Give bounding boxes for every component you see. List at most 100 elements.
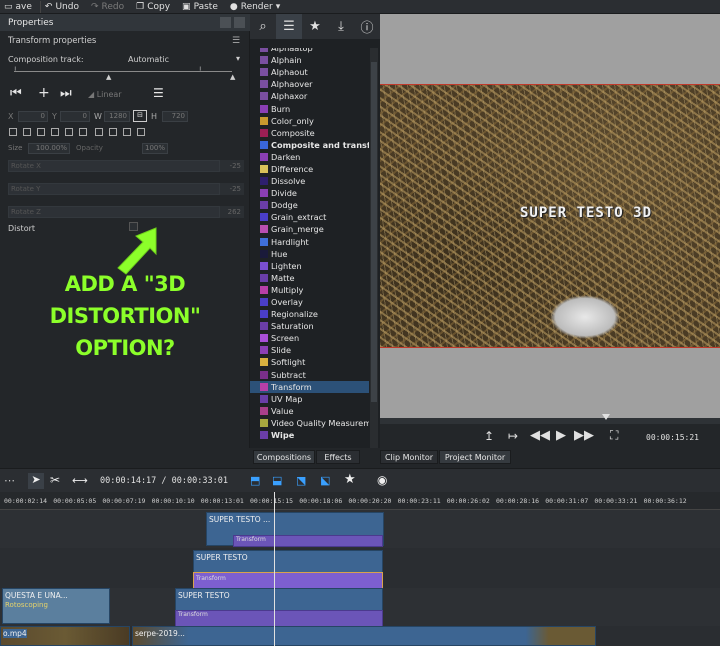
- composition-list-item[interactable]: UV Map: [250, 393, 369, 405]
- tab-effects[interactable]: Effects: [316, 450, 360, 464]
- align-right-icon[interactable]: [37, 128, 45, 136]
- select-tool-icon[interactable]: ➤: [28, 473, 44, 489]
- composition-list-item[interactable]: Alphaout: [250, 66, 369, 78]
- composition-list-item[interactable]: Composite: [250, 127, 369, 139]
- timeline-playhead[interactable]: [274, 492, 275, 646]
- tab-clip-monitor[interactable]: Clip Monitor: [380, 450, 438, 464]
- settings-icon[interactable]: ☰: [232, 36, 240, 46]
- width-field[interactable]: 1280: [104, 111, 130, 122]
- composition-list-item[interactable]: Alphaxor: [250, 90, 369, 102]
- list-view-icon[interactable]: ☰: [276, 14, 302, 39]
- play-icon[interactable]: ▶: [556, 428, 566, 443]
- align-bottom-icon[interactable]: [79, 128, 87, 136]
- composition-list-item[interactable]: Alphaover: [250, 78, 369, 90]
- clip-serpe[interactable]: serpe-2019...: [132, 626, 596, 646]
- opacity-field[interactable]: 100%: [142, 143, 168, 154]
- composition-list-item[interactable]: Screen: [250, 332, 369, 344]
- composition-list-item[interactable]: Regionalize: [250, 308, 369, 320]
- monitor-timecode[interactable]: 00:00:15:21: [646, 433, 699, 442]
- save-button[interactable]: ▭ ave: [0, 0, 40, 14]
- composition-list-item[interactable]: Dodge: [250, 199, 369, 211]
- align-top-icon[interactable]: [51, 128, 59, 136]
- timeline-ruler[interactable]: 00:00:02:14 00:00:05:05 00:00:07:19 00:00:1…: [0, 492, 720, 510]
- composition-list-item[interactable]: Softlight: [250, 356, 369, 368]
- composition-list-item[interactable]: Hue: [250, 248, 369, 260]
- rewind-icon[interactable]: ◀◀: [530, 428, 550, 443]
- keyframe-marker-icon[interactable]: ╵: [198, 67, 202, 75]
- options-menu-icon[interactable]: ☰: [153, 86, 164, 100]
- align-center-icon[interactable]: [23, 128, 31, 136]
- composition-list-item[interactable]: Transform: [250, 380, 369, 393]
- composition-list-item[interactable]: Lighten: [250, 260, 369, 272]
- insert-clip-icon[interactable]: ⬒: [250, 474, 260, 487]
- composition-list-item[interactable]: Subtract: [250, 369, 369, 381]
- video-frame[interactable]: SUPER TESTO 3D: [380, 84, 720, 348]
- render-button[interactable]: ● Render ▾: [226, 0, 288, 14]
- scrollbar-thumb[interactable]: [371, 62, 377, 402]
- undo-button[interactable]: ↶ Undo: [41, 0, 87, 14]
- align-left-icon[interactable]: [9, 128, 17, 136]
- composition-list-item[interactable]: Hardlight: [250, 236, 369, 248]
- composition-list-item[interactable]: Overlay: [250, 296, 369, 308]
- info-icon[interactable]: ⓘ: [354, 14, 380, 39]
- overwrite-clip-icon[interactable]: ⬓: [272, 474, 282, 487]
- favorite-effects-icon[interactable]: ★: [344, 472, 356, 487]
- original-size-icon[interactable]: [123, 128, 131, 136]
- fullscreen-icon[interactable]: ⛶: [610, 428, 618, 443]
- y-field[interactable]: 0: [60, 111, 90, 122]
- keyframe-marker-icon[interactable]: ╵: [13, 67, 17, 75]
- composition-list-item[interactable]: Multiply: [250, 284, 369, 296]
- composition-list-item[interactable]: Dissolve: [250, 175, 369, 187]
- align-middle-icon[interactable]: [65, 128, 73, 136]
- copy-button[interactable]: ❐ Copy: [132, 0, 178, 14]
- rotate-z-slider[interactable]: Rotate Z: [8, 206, 220, 218]
- size-field[interactable]: 100.00%: [28, 143, 70, 154]
- interpolation-select[interactable]: ◢ Linear: [88, 90, 122, 99]
- rotate-y-value[interactable]: -25: [220, 183, 244, 195]
- composition-list-item[interactable]: Video Quality Measurement: [250, 417, 369, 429]
- rotate-x-value[interactable]: -25: [220, 160, 244, 172]
- track-menu-icon[interactable]: ⋯: [4, 474, 15, 487]
- next-keyframe-icon[interactable]: ⏭: [60, 86, 72, 101]
- composition-track-select[interactable]: Automatic: [128, 55, 169, 64]
- tab-compositions[interactable]: Compositions: [253, 450, 315, 464]
- rotate-y-slider[interactable]: Rotate Y: [8, 183, 220, 195]
- download-icon[interactable]: ⤓: [328, 14, 354, 39]
- fit-width-icon[interactable]: [95, 128, 103, 136]
- clip-video-1[interactable]: o.mp4: [0, 626, 130, 646]
- composition-list-item[interactable]: Value: [250, 405, 369, 417]
- set-zone-in-icon[interactable]: ↥: [484, 429, 494, 443]
- link-size-icon[interactable]: ⊟: [133, 110, 147, 122]
- forward-icon[interactable]: ▶▶: [574, 428, 594, 443]
- record-timeline-icon[interactable]: ◉: [377, 473, 387, 487]
- composition-list-item[interactable]: Color_only: [250, 115, 369, 127]
- rotate-x-slider[interactable]: Rotate X: [8, 160, 220, 172]
- rotate-z-value[interactable]: 262: [220, 206, 244, 218]
- x-field[interactable]: 0: [18, 111, 48, 122]
- composition-list-item[interactable]: Darken: [250, 151, 369, 163]
- composition-list-item[interactable]: Difference: [250, 163, 369, 175]
- add-keyframe-icon[interactable]: +: [38, 85, 50, 101]
- center-icon[interactable]: [137, 128, 145, 136]
- composition-list-item[interactable]: Burn: [250, 102, 369, 114]
- previous-keyframe-icon[interactable]: ⏮: [10, 86, 22, 101]
- set-zone-out-icon[interactable]: ↦: [508, 429, 518, 443]
- clip-questa-e-una[interactable]: QUESTA E UNA... Rotoscoping: [2, 588, 110, 624]
- close-panel-button[interactable]: [234, 17, 245, 28]
- composition-list-item[interactable]: Divide: [250, 187, 369, 199]
- composition-list-item[interactable]: Matte: [250, 272, 369, 284]
- paste-button[interactable]: ▣ Paste: [178, 0, 226, 14]
- height-field[interactable]: 720: [162, 111, 188, 122]
- razor-tool-icon[interactable]: ✂: [50, 473, 60, 487]
- redo-button[interactable]: ↷ Redo: [87, 0, 132, 14]
- keyframe-cursor-icon[interactable]: ▲: [106, 73, 111, 81]
- extract-clip-icon[interactable]: ⬕: [320, 474, 330, 487]
- search-icon[interactable]: ⌕: [250, 14, 276, 39]
- effects-scrollbar[interactable]: [370, 48, 378, 448]
- composition-list-item[interactable]: Grain_merge: [250, 223, 369, 235]
- composition-list-item[interactable]: Alphain: [250, 54, 369, 66]
- keyframe-end-icon[interactable]: ▲: [230, 73, 235, 81]
- float-panel-button[interactable]: [220, 17, 231, 28]
- favorite-star-icon[interactable]: ★: [302, 14, 328, 39]
- fit-height-icon[interactable]: [109, 128, 117, 136]
